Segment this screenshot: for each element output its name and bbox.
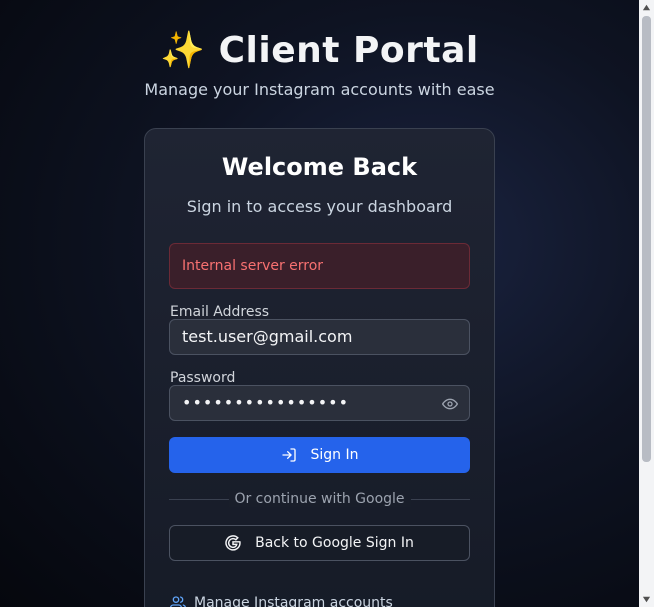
email-label: Email Address bbox=[170, 304, 270, 320]
card-title: Welcome Back bbox=[221, 153, 418, 181]
card-subtitle: Sign in to access your dashboard bbox=[186, 197, 453, 216]
scroll-down-arrow-icon[interactable] bbox=[642, 595, 651, 604]
google-button-label: Back to Google Sign In bbox=[255, 535, 414, 551]
scroll-up-arrow-icon[interactable] bbox=[642, 3, 651, 12]
email-field[interactable]: test.user@gmail.com bbox=[169, 319, 470, 355]
password-value: •••••••••••••••• bbox=[182, 393, 349, 412]
sparkles-icon: ✨ bbox=[160, 30, 206, 71]
scrollbar[interactable] bbox=[639, 0, 654, 607]
users-icon bbox=[170, 596, 186, 607]
header: ✨ Client Portal Manage your Instagram ac… bbox=[0, 28, 639, 99]
page-title-text: Client Portal bbox=[218, 30, 479, 71]
page-subtitle: Manage your Instagram accounts with ease bbox=[144, 80, 495, 99]
sign-in-button[interactable]: Sign In bbox=[169, 437, 470, 473]
divider-text: Or continue with Google bbox=[228, 491, 411, 507]
scrollbar-thumb[interactable] bbox=[642, 16, 651, 462]
password-label: Password bbox=[170, 370, 236, 386]
google-icon bbox=[225, 535, 241, 551]
google-sign-in-button[interactable]: Back to Google Sign In bbox=[169, 525, 470, 561]
divider: Or continue with Google bbox=[169, 491, 470, 507]
login-card: Welcome Back Sign in to access your dash… bbox=[144, 128, 495, 607]
login-icon bbox=[281, 448, 296, 462]
feature-item: Manage Instagram accounts bbox=[170, 595, 393, 607]
sign-in-label: Sign In bbox=[310, 447, 359, 463]
error-alert: Internal server error bbox=[169, 243, 470, 289]
eye-icon[interactable] bbox=[442, 396, 458, 412]
page-title: ✨ Client Portal bbox=[0, 28, 639, 74]
page: ✨ Client Portal Manage your Instagram ac… bbox=[0, 0, 639, 607]
password-field[interactable]: •••••••••••••••• bbox=[169, 385, 470, 421]
feature-label: Manage Instagram accounts bbox=[194, 595, 393, 607]
